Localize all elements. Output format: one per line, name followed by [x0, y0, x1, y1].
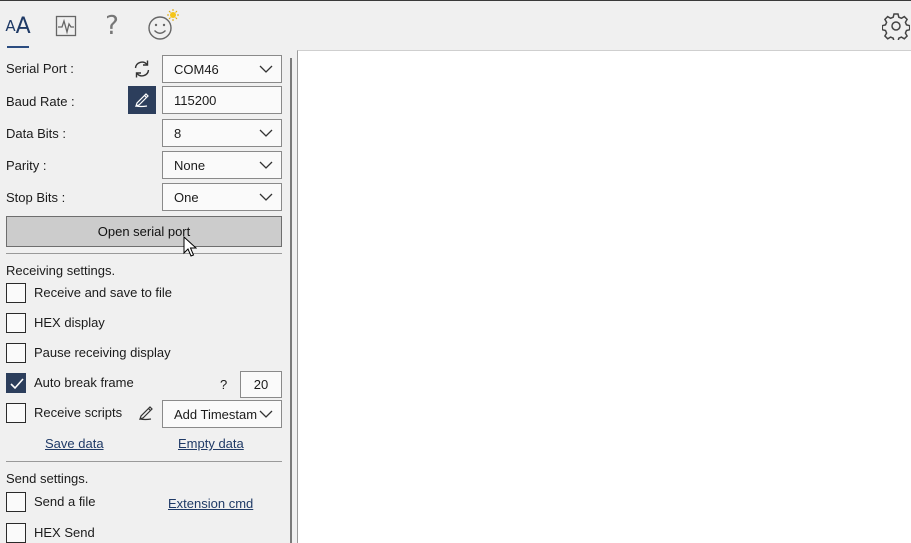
receive-scripts-checkbox[interactable] [6, 403, 26, 423]
extension-cmd-link[interactable]: Extension cmd [168, 496, 253, 511]
data-bits-label: Data Bits : [6, 126, 66, 141]
edit-script-pen-icon[interactable] [136, 403, 156, 423]
chevron-down-icon [259, 193, 273, 201]
receiving-settings-heading: Receiving settings. [6, 263, 116, 278]
open-serial-port-button[interactable]: Open serial port [6, 216, 282, 247]
break-help-icon[interactable]: ? [220, 377, 227, 392]
data-bits-select[interactable]: 8 [162, 119, 282, 147]
divider [6, 253, 282, 254]
stop-bits-select[interactable]: One [162, 183, 282, 211]
stop-bits-label: Stop Bits : [6, 190, 66, 205]
serial-port-value: COM46 [174, 61, 219, 77]
save-data-link[interactable]: Save data [45, 436, 104, 451]
checkmark-icon [10, 378, 24, 390]
chevron-down-icon [259, 410, 273, 418]
baud-rate-input[interactable]: 115200 [162, 86, 282, 114]
pause-display-label: Pause receiving display [34, 345, 171, 360]
chevron-down-icon [259, 65, 273, 73]
mouse-cursor-icon [183, 236, 197, 257]
send-file-label: Send a file [34, 494, 96, 509]
auto-break-frame-label: Auto break frame [34, 375, 134, 390]
pen-icon [135, 93, 149, 108]
parity-select[interactable]: None [162, 151, 282, 179]
edit-baud-button[interactable] [128, 86, 156, 114]
smiley-icon[interactable] [145, 9, 181, 43]
chart-icon[interactable] [54, 9, 78, 43]
toolbar: AA ? [0, 0, 911, 50]
auto-break-frame-checkbox[interactable] [6, 373, 26, 393]
active-tab-indicator [7, 46, 29, 48]
hex-send-checkbox[interactable] [6, 523, 26, 543]
pause-display-checkbox[interactable] [6, 343, 26, 363]
font-size-icon[interactable]: AA [4, 9, 32, 43]
send-settings-heading: Send settings. [6, 471, 89, 486]
empty-data-link[interactable]: Empty data [178, 436, 244, 451]
receive-save-file-checkbox[interactable] [6, 283, 26, 303]
hex-send-label: HEX Send [34, 525, 95, 540]
baud-rate-label: Baud Rate : [6, 94, 75, 109]
receive-save-file-label: Receive and save to file [34, 285, 173, 300]
parity-label: Parity : [6, 158, 47, 173]
help-icon[interactable]: ? [100, 9, 124, 43]
receive-scripts-label: Receive scripts [34, 405, 123, 420]
receive-output-area[interactable] [297, 50, 911, 543]
serial-port-select[interactable]: COM46 [162, 55, 282, 83]
panel-splitter[interactable] [290, 58, 292, 543]
chevron-down-icon [259, 161, 273, 169]
chevron-down-icon [259, 129, 273, 137]
send-file-checkbox[interactable] [6, 492, 26, 512]
refresh-icon[interactable] [131, 58, 153, 80]
break-interval-input[interactable]: 20 [240, 371, 282, 398]
divider [6, 461, 282, 462]
hex-display-checkbox[interactable] [6, 313, 26, 333]
serial-port-label: Serial Port : [6, 61, 74, 76]
hex-display-label: HEX display [34, 315, 105, 330]
script-select[interactable]: Add Timestamp [162, 400, 282, 428]
settings-gear-icon[interactable] [880, 9, 911, 43]
